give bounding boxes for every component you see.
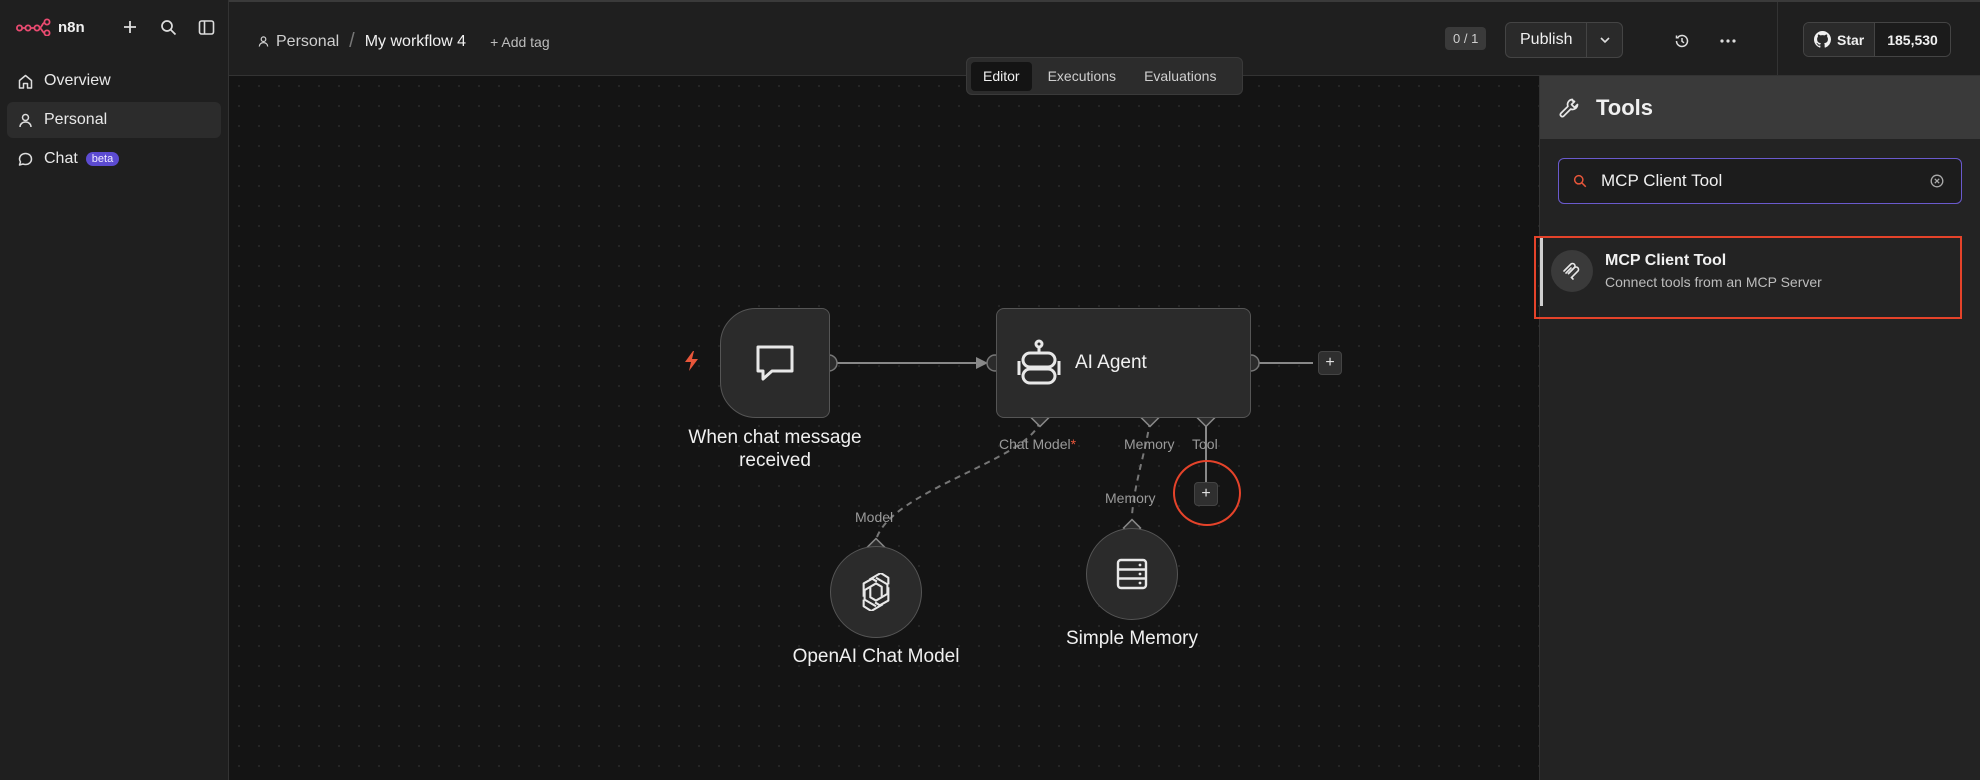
ai-agent-node[interactable]: AI Agent (996, 308, 1251, 418)
memory-input-port-label: Memory (1105, 490, 1156, 506)
search-result-mcp-client-tool[interactable]: MCP Client Tool Connect tools from an MC… (1540, 236, 1980, 306)
node-creator-panel: Tools MCP Client Tool Connect tools from… (1539, 76, 1980, 780)
memory-port-label: Memory (1124, 436, 1175, 452)
breadcrumb-project[interactable]: Personal (257, 33, 339, 51)
sidebar-item-personal[interactable]: Personal (7, 102, 221, 138)
panel-title: Tools (1596, 94, 1654, 120)
simple-memory-label: Simple Memory (1066, 628, 1198, 649)
sidebar-item-chat[interactable]: Chat beta (7, 141, 221, 177)
github-star-button[interactable]: Star (1804, 23, 1875, 56)
message-square-icon (756, 345, 794, 381)
sidebar-toggle-icon[interactable] (194, 14, 218, 40)
beta-badge: beta (85, 152, 120, 166)
add-tool-button[interactable]: + (1194, 482, 1218, 506)
breadcrumb-separator: / (349, 30, 355, 52)
mcp-icon (1551, 250, 1593, 292)
sidebar-item-label: Overview (44, 72, 111, 89)
panel-header: Tools (1540, 76, 1980, 139)
tool-search-input[interactable] (1601, 171, 1927, 191)
tab-editor[interactable]: Editor (971, 61, 1032, 91)
chat-model-port-label: Chat Model* (999, 436, 1077, 452)
brand[interactable]: n8n (16, 14, 85, 40)
n8n-logo-icon (16, 18, 51, 36)
ai-agent-label: AI Agent (1075, 352, 1147, 373)
header-divider (1777, 2, 1778, 78)
ellipsis-icon (1720, 39, 1736, 43)
close-circle-icon (1930, 174, 1944, 188)
openai-icon (862, 573, 890, 611)
user-icon (19, 113, 32, 127)
model-port-label: Model (855, 509, 894, 525)
openai-chat-model-node[interactable] (830, 546, 922, 638)
tool-port-label: Tool (1192, 436, 1218, 452)
trigger-bolt-icon (685, 351, 698, 371)
sidebar-nav: Overview Personal Chat beta (7, 63, 221, 180)
publish-dropdown-button[interactable] (1586, 23, 1622, 57)
more-options-button[interactable] (1715, 28, 1741, 54)
sidebar: n8n Overview Personal Chat beta (0, 0, 229, 780)
chat-trigger-node[interactable] (720, 308, 830, 418)
brand-name: n8n (58, 18, 85, 36)
publish-split-button: Publish (1505, 22, 1624, 58)
history-icon (1675, 34, 1689, 48)
sidebar-item-label: Personal (44, 111, 108, 128)
required-marker: * (1070, 436, 1077, 452)
add-next-node-button[interactable]: + (1318, 351, 1342, 375)
github-star-label: Star (1837, 31, 1865, 48)
tab-executions[interactable]: Executions (1036, 62, 1128, 91)
workflow-name[interactable]: My workflow 4 (365, 33, 466, 51)
chat-icon (18, 152, 33, 166)
history-button[interactable] (1669, 28, 1695, 54)
simple-memory-node[interactable] (1086, 528, 1178, 620)
version-counter: 0 / 1 (1445, 27, 1487, 50)
wrench-icon (1559, 98, 1579, 117)
breadcrumb-project-label: Personal (276, 32, 340, 50)
tool-search-box (1558, 158, 1962, 204)
view-tabs: Editor Executions Evaluations (966, 57, 1243, 95)
github-star-widget: Star 185,530 (1803, 22, 1951, 57)
robot-icon (1017, 339, 1061, 385)
search-icon[interactable] (156, 14, 180, 40)
chevron-down-icon (1600, 37, 1610, 44)
github-icon (1814, 31, 1831, 48)
database-server-icon (1116, 558, 1148, 590)
add-icon[interactable] (118, 14, 142, 40)
publish-button[interactable]: Publish (1506, 23, 1586, 57)
app-window: n8n Overview Personal Chat beta Personal… (0, 0, 1980, 780)
clear-search-button[interactable] (1927, 171, 1947, 191)
sidebar-item-label: Chat (44, 150, 78, 167)
tab-evaluations[interactable]: Evaluations (1132, 62, 1228, 91)
home-icon (18, 74, 33, 89)
search-icon (1573, 174, 1587, 188)
openai-node-label: OpenAI Chat Model (792, 646, 960, 667)
sidebar-item-overview[interactable]: Overview (7, 63, 221, 99)
github-star-count: 185,530 (1874, 23, 1950, 56)
add-tag-button[interactable]: + Add tag (490, 34, 550, 50)
trigger-node-label: When chat message received (688, 427, 862, 471)
breadcrumb: Personal / My workflow 4 + Add tag (257, 30, 550, 53)
result-title: MCP Client Tool (1605, 252, 1727, 269)
result-description: Connect tools from an MCP Server (1605, 274, 1822, 290)
user-icon (258, 36, 269, 47)
